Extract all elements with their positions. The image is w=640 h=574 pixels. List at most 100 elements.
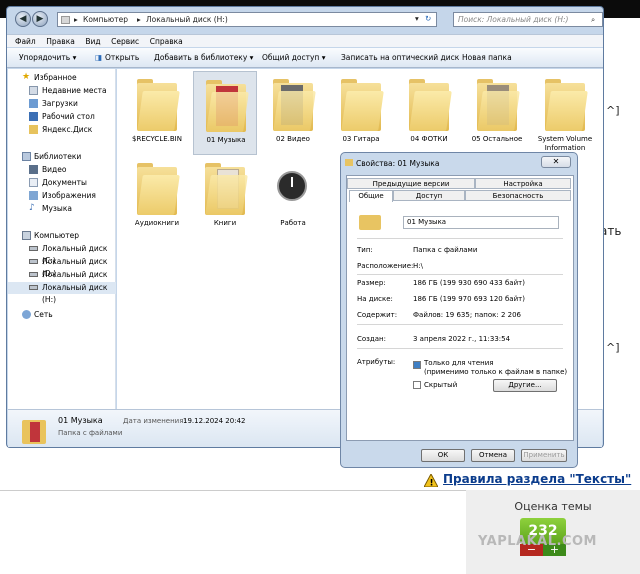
- advanced-button[interactable]: Другие...: [493, 379, 557, 392]
- nav-drive-f[interactable]: Локальный диск (F:): [8, 269, 116, 291]
- nav-yandex-disk[interactable]: Яндекс.Диск: [8, 124, 116, 136]
- drive-icon: [29, 246, 38, 251]
- computer-icon: [61, 16, 70, 24]
- folder-item-work[interactable]: Работа: [261, 155, 325, 239]
- ok-button[interactable]: ОК: [421, 449, 465, 462]
- clock-icon: [273, 161, 313, 215]
- cancel-button[interactable]: Отмена: [471, 449, 515, 462]
- details-name: 01 Музыка: [58, 416, 103, 425]
- folder-item-books[interactable]: Книги: [193, 155, 257, 239]
- burn-button[interactable]: Записать на оптический диск: [341, 53, 459, 62]
- search-input[interactable]: Поиск: Локальный диск (H:) ⌕: [453, 12, 603, 27]
- folder-item-video[interactable]: 02 Видео: [261, 71, 325, 155]
- size-value: 186 ГБ (199 930 690 433 байт): [413, 279, 525, 287]
- search-icon: ⌕: [591, 15, 596, 24]
- apply-button[interactable]: Применить: [521, 449, 567, 462]
- folder-item-audiobooks[interactable]: Аудиокниги: [125, 155, 189, 239]
- menu-help[interactable]: Справка: [150, 35, 183, 48]
- new-folder-button[interactable]: Новая папка: [462, 53, 512, 62]
- menu-tools[interactable]: Сервис: [111, 35, 139, 48]
- tab-sharing[interactable]: Доступ: [393, 190, 465, 201]
- nav-recent[interactable]: Недавние места: [8, 85, 116, 97]
- search-placeholder: Поиск: Локальный диск (H:): [458, 15, 569, 24]
- nav-drive-c[interactable]: Локальный диск (C:): [8, 243, 116, 265]
- share-button[interactable]: Общий доступ ▾: [262, 53, 326, 62]
- nav-documents[interactable]: Документы: [8, 177, 116, 189]
- close-button[interactable]: ✕: [541, 156, 571, 168]
- nav-libraries[interactable]: Библиотеки: [8, 151, 116, 163]
- nav-images[interactable]: Изображения: [8, 190, 116, 202]
- nav-drive-d[interactable]: Локальный диск (D:): [8, 256, 116, 278]
- nav-music[interactable]: ♪ Музыка: [8, 203, 116, 215]
- tab-previous-versions[interactable]: Предыдущие версии: [347, 178, 475, 189]
- properties-dialog: Свойства: 01 Музыка ✕ Предыдущие версии …: [340, 152, 578, 468]
- desktop-icon: [29, 112, 38, 121]
- tab-security[interactable]: Безопасность: [465, 190, 571, 201]
- folder-item-recycle-bin[interactable]: $RECYCLE.BIN: [125, 71, 189, 155]
- nav-network[interactable]: Сеть: [8, 309, 116, 321]
- nav-downloads[interactable]: Загрузки: [8, 98, 116, 110]
- menu-edit[interactable]: Правка: [46, 35, 75, 48]
- folder-item-system-volume-information[interactable]: System Volume Information: [533, 71, 597, 155]
- contains-value: Файлов: 19 635; папок: 2 206: [413, 311, 521, 319]
- size-on-disk-value: 186 ГБ (199 970 693 120 байт): [413, 295, 525, 303]
- yandex-disk-icon: [29, 125, 38, 134]
- folder-item-photos[interactable]: 04 ФОТКИ: [397, 71, 461, 155]
- recent-places-icon: [29, 86, 38, 95]
- readonly-label: Только для чтения: [424, 359, 494, 367]
- tab-general[interactable]: Общие: [349, 190, 393, 202]
- folder-item-guitar[interactable]: 03 Гитара: [329, 71, 393, 155]
- forward-button[interactable]: ▶: [32, 11, 48, 27]
- attributes-label: Атрибуты:: [357, 358, 396, 366]
- open-button[interactable]: Открыть: [105, 53, 139, 62]
- music-library-icon: ♪: [29, 203, 35, 213]
- folder-icon: [206, 78, 249, 132]
- add-to-library-button[interactable]: Добавить в библиотеку ▾: [154, 53, 253, 62]
- readonly-checkbox[interactable]: [413, 361, 421, 369]
- tab-customize[interactable]: Настройка: [475, 178, 571, 189]
- computer-icon: [22, 231, 31, 240]
- location-value: H:\: [413, 262, 423, 270]
- refresh-icon[interactable]: ↻: [425, 14, 431, 23]
- organize-button[interactable]: Упорядочить ▾: [19, 53, 76, 62]
- nav-video[interactable]: Видео: [8, 164, 116, 176]
- folder-icon: [359, 212, 381, 230]
- rules-link[interactable]: Правила раздела "Тексты": [443, 472, 631, 486]
- hidden-checkbox[interactable]: [413, 381, 421, 389]
- tab-panel: Предыдущие версии Настройка Общие Доступ…: [346, 175, 574, 441]
- nav-desktop[interactable]: Рабочий стол: [8, 111, 116, 123]
- hidden-label: Скрытый: [424, 381, 458, 389]
- folder-item-music[interactable]: 01 Музыка: [193, 71, 257, 155]
- folder-icon: [341, 77, 384, 131]
- rating-panel: Оценка темы 232 − + YAPLAKAL.COM: [466, 490, 640, 574]
- folder-item-other[interactable]: 05 Остальное: [465, 71, 529, 155]
- dropdown-icon[interactable]: ▾: [415, 14, 419, 23]
- side-fragment-3: ^]: [606, 341, 620, 354]
- breadcrumb-separator-icon: ▸: [74, 15, 78, 24]
- open-icon: ◨: [95, 53, 103, 62]
- star-icon: ★: [22, 72, 31, 82]
- nav-favorites[interactable]: ★ Избранное: [8, 72, 116, 84]
- folder-name-field[interactable]: 01 Музыка: [403, 216, 559, 229]
- dialog-title: Свойства: 01 Музыка: [356, 159, 440, 168]
- folder-icon: [137, 77, 180, 131]
- folder-icon: [273, 77, 316, 131]
- video-library-icon: [29, 165, 38, 174]
- back-button[interactable]: ◀: [15, 11, 31, 27]
- location-label: Расположение:: [357, 262, 414, 270]
- menu-view[interactable]: Вид: [85, 35, 100, 48]
- drive-icon: [29, 259, 38, 264]
- breadcrumb-computer[interactable]: Компьютер: [83, 15, 128, 24]
- breadcrumb-drive[interactable]: Локальный диск (H:): [146, 15, 228, 24]
- size-on-disk-label: На диске:: [357, 295, 393, 303]
- menu-file[interactable]: Файл: [15, 35, 36, 48]
- nav-drive-h[interactable]: Локальный диск (H:): [8, 282, 116, 304]
- drive-icon: [29, 272, 38, 277]
- svg-text:!: !: [430, 479, 434, 488]
- address-bar[interactable]: ▸ Компьютер ▸ Локальный диск (H:) ▾ ↻: [57, 12, 437, 27]
- drive-icon: [29, 285, 38, 290]
- contains-label: Содержит:: [357, 311, 398, 319]
- nav-computer[interactable]: Компьютер: [8, 230, 116, 242]
- details-type: Папка с файлами: [58, 429, 123, 437]
- size-label: Размер:: [357, 279, 386, 287]
